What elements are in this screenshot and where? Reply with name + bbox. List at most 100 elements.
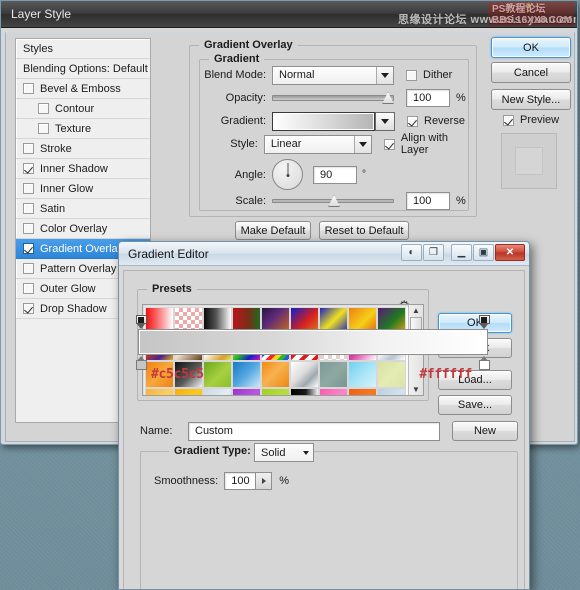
new-style-button[interactable]: New Style... <box>491 89 571 110</box>
smoothness-stepper[interactable] <box>256 472 273 490</box>
style-checkbox[interactable] <box>23 283 34 294</box>
sidebar-item-inner-glow[interactable]: Inner Glow <box>16 179 150 199</box>
preset-swatch[interactable] <box>232 388 261 395</box>
color-stop-right[interactable] <box>479 356 490 370</box>
dither-checkbox[interactable] <box>406 69 417 81</box>
smoothness-value: 100 <box>231 475 250 487</box>
preset-swatch[interactable] <box>319 388 348 395</box>
sidebar-item-blending-options[interactable]: Blending Options: Default <box>16 59 150 79</box>
chevron-down-icon[interactable] <box>376 66 393 84</box>
style-item-label: Texture <box>55 122 92 135</box>
gradient-preview-swatch[interactable] <box>272 111 375 131</box>
cancel-button[interactable]: Cancel <box>491 62 571 83</box>
dither-checkbox-row[interactable]: Dither <box>406 69 452 81</box>
preset-swatch[interactable] <box>232 361 261 388</box>
style-select[interactable]: Linear <box>263 134 372 154</box>
gradient-type-select[interactable]: Solid <box>254 443 314 462</box>
preset-swatch[interactable] <box>203 388 232 395</box>
make-default-button[interactable]: Make Default <box>235 221 311 240</box>
scroll-up-icon[interactable]: ▲ <box>412 306 420 315</box>
angle-input[interactable]: 90 <box>313 165 357 184</box>
style-checkbox[interactable] <box>23 183 34 194</box>
scale-row: Scale: 100 % <box>199 191 467 211</box>
smoothness-unit: % <box>279 475 289 487</box>
style-checkbox[interactable] <box>23 83 34 94</box>
style-checkbox[interactable] <box>23 203 34 214</box>
opacity-input[interactable]: 100 <box>406 89 450 107</box>
color-stop-left[interactable] <box>136 356 147 370</box>
cancel-label: Cancel <box>513 66 549 79</box>
name-row: Name: Custom New <box>140 421 518 441</box>
scale-input[interactable]: 100 <box>406 192 450 210</box>
make-default-label: Make Default <box>240 224 306 237</box>
sidebar-item-satin[interactable]: Satin <box>16 199 150 219</box>
preset-swatch[interactable] <box>261 388 290 395</box>
name-label: Name: <box>140 425 173 437</box>
gradient-label: Gradient: <box>220 115 266 127</box>
style-checkbox[interactable] <box>38 103 49 114</box>
align-with-layer-checkbox[interactable] <box>383 138 395 150</box>
close-icon[interactable]: ✕ <box>495 244 525 261</box>
preset-swatch[interactable] <box>377 361 406 388</box>
style-checkbox[interactable] <box>38 123 49 134</box>
preset-swatch[interactable] <box>377 388 406 395</box>
ge-save-button[interactable]: Save... <box>438 395 512 415</box>
angle-dial[interactable] <box>272 159 303 190</box>
ok-label: OK <box>523 41 539 54</box>
preview-checkbox-row[interactable]: Preview <box>503 114 559 126</box>
angle-unit: ° <box>362 169 366 180</box>
stop-right-hex-label: #ffffff <box>419 367 472 382</box>
chevron-down-icon[interactable] <box>353 135 371 153</box>
blend-mode-select[interactable]: Normal <box>272 65 394 85</box>
sidebar-item-bevel-emboss[interactable]: Bevel & Emboss <box>16 79 150 99</box>
preset-swatch[interactable] <box>348 361 377 388</box>
style-item-label: Drop Shadow <box>40 302 107 315</box>
style-checkbox[interactable] <box>23 143 34 154</box>
sidebar-item-contour[interactable]: Contour <box>16 99 150 119</box>
window-title: Layer Style <box>11 7 72 21</box>
style-checkbox[interactable] <box>23 223 34 234</box>
preset-swatch[interactable] <box>290 361 319 388</box>
maximize-icon[interactable]: ▣ <box>473 244 494 261</box>
reverse-checkbox[interactable] <box>407 115 418 127</box>
preset-swatch[interactable] <box>319 361 348 388</box>
sidebar-item-inner-shadow[interactable]: Inner Shadow <box>16 159 150 179</box>
reverse-checkbox-row[interactable]: Reverse <box>407 115 465 127</box>
presets-label: Presets <box>147 283 197 295</box>
copy-icon[interactable]: ❐ <box>423 244 444 261</box>
opacity-stop-right[interactable] <box>479 315 490 329</box>
preset-swatch[interactable] <box>203 361 232 388</box>
style-row: Style: Linear Align with Layer <box>199 132 467 156</box>
preset-swatch[interactable] <box>174 388 203 395</box>
new-style-label: New Style... <box>501 93 561 106</box>
style-checkbox[interactable] <box>23 243 34 254</box>
contrast-icon[interactable]: ◐ <box>401 244 422 261</box>
preset-swatch[interactable] <box>348 388 377 395</box>
style-checkbox[interactable] <box>23 263 34 274</box>
chevron-down-icon[interactable] <box>298 444 313 461</box>
opacity-stop-left[interactable] <box>136 315 147 329</box>
gradient-bar[interactable] <box>138 329 488 355</box>
opacity-slider[interactable] <box>272 89 394 107</box>
style-checkbox[interactable] <box>23 163 34 174</box>
preview-label: Preview <box>520 114 560 126</box>
scale-slider[interactable] <box>272 192 394 210</box>
scroll-down-icon[interactable]: ▼ <box>412 385 420 394</box>
preset-swatch[interactable] <box>290 388 319 395</box>
minimize-icon[interactable]: ▁ <box>451 244 472 261</box>
preview-checkbox[interactable] <box>503 114 514 126</box>
style-checkbox[interactable] <box>23 303 34 314</box>
reset-to-default-button[interactable]: Reset to Default <box>319 221 409 240</box>
preset-swatch[interactable] <box>261 361 290 388</box>
gradient-picker-button[interactable] <box>375 111 395 131</box>
align-with-layer-checkbox-row[interactable]: Align with Layer <box>383 132 467 156</box>
sidebar-item-texture[interactable]: Texture <box>16 119 150 139</box>
new-preset-button[interactable]: New <box>452 421 518 441</box>
smoothness-label: Smoothness: <box>154 475 219 487</box>
sidebar-item-color-overlay[interactable]: Color Overlay <box>16 219 150 239</box>
sidebar-item-stroke[interactable]: Stroke <box>16 139 150 159</box>
preset-swatch[interactable] <box>145 388 174 395</box>
name-input[interactable]: Custom <box>188 421 440 441</box>
smoothness-input[interactable]: 100 <box>224 472 257 490</box>
ok-button[interactable]: OK <box>491 37 571 58</box>
